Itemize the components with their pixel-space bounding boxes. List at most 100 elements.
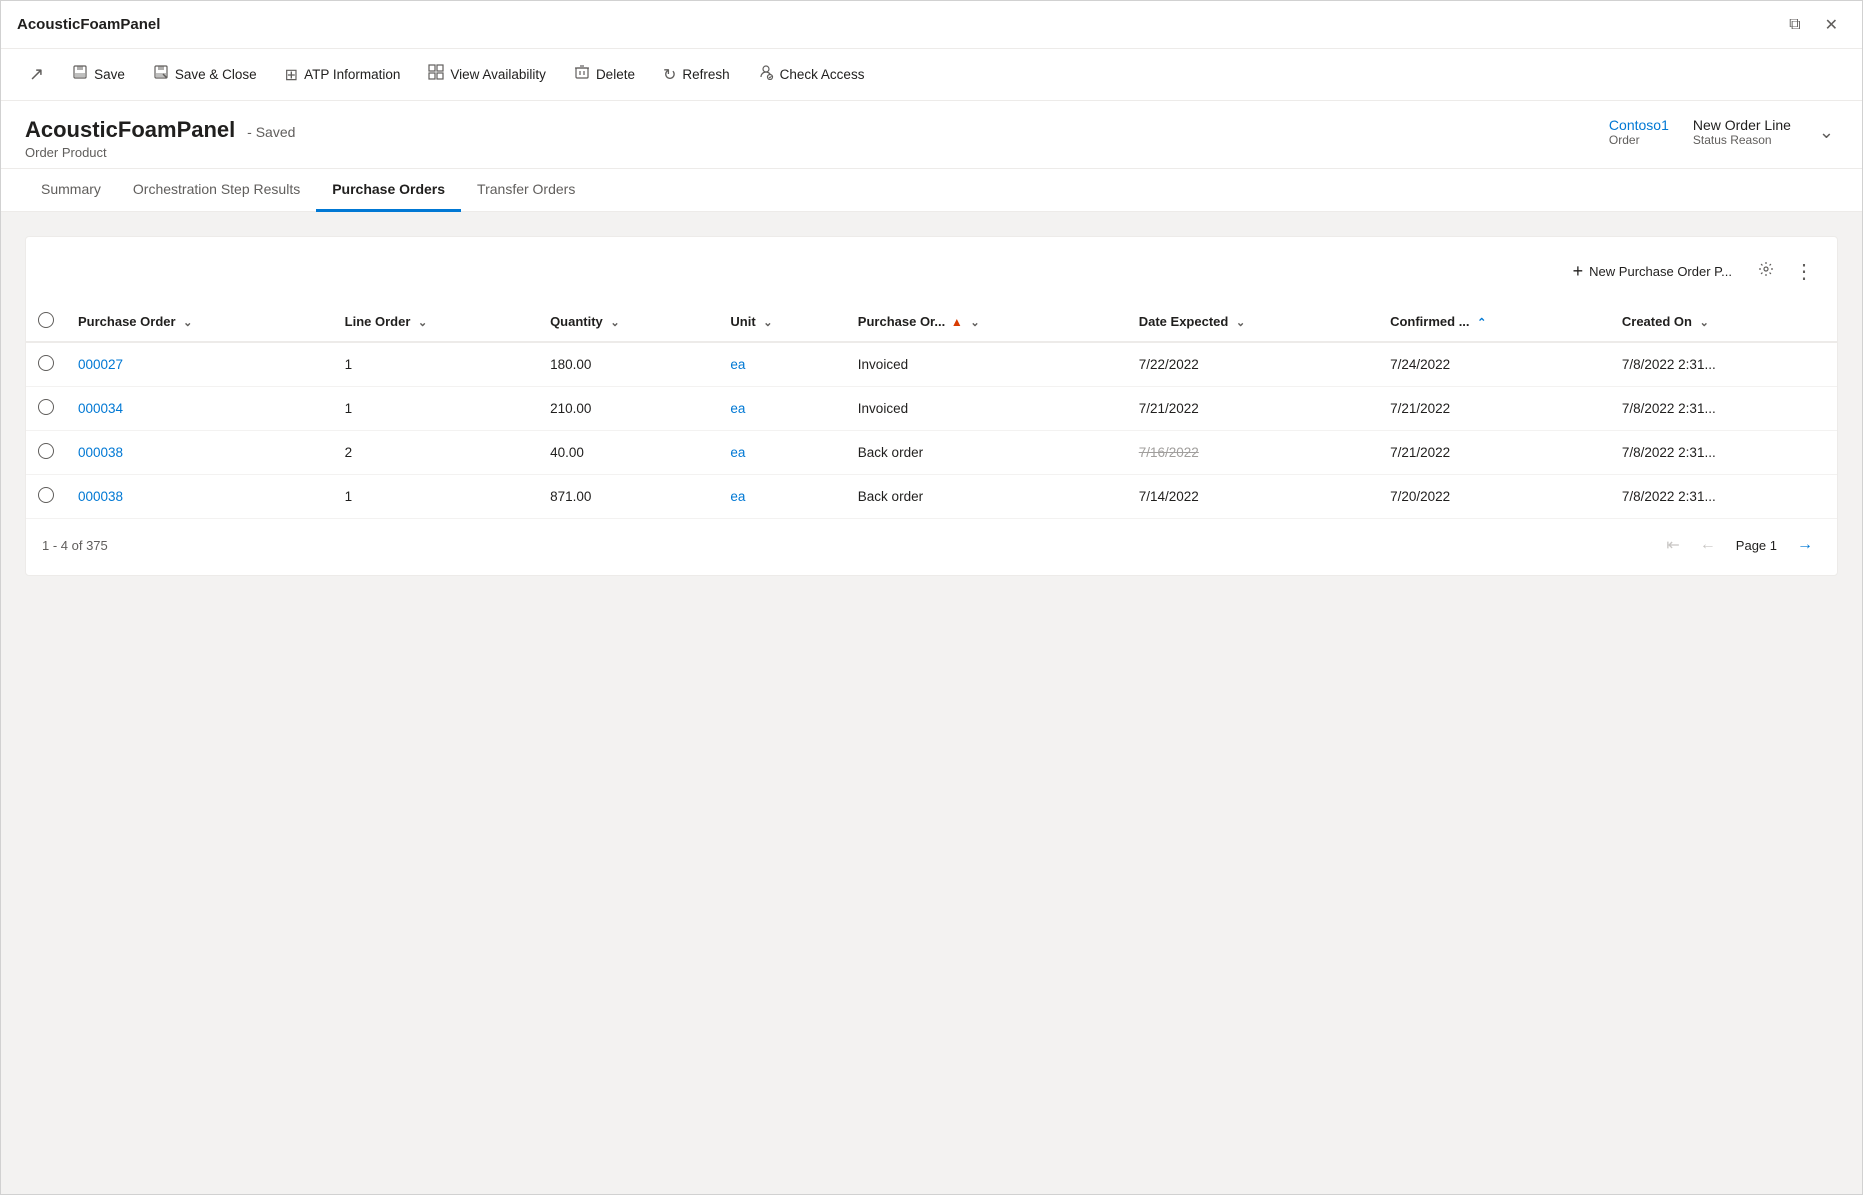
purchase-status-cell: Back order <box>846 475 1127 519</box>
record-title-block: AcousticFoamPanel - Saved Order Product <box>25 117 295 160</box>
purchase-status-cell: Invoiced <box>846 387 1127 431</box>
view-avail-icon <box>428 64 444 85</box>
line-order-cell: 1 <box>333 475 538 519</box>
atp-label: ATP Information <box>304 67 400 82</box>
title-bar: AcousticFoamPanel ⧉ ✕ <box>1 1 1862 49</box>
record-saved-status: - Saved <box>247 124 295 140</box>
header-checkbox <box>38 312 54 328</box>
table-body: 0000271180.00eaInvoiced7/22/20227/24/202… <box>26 342 1837 519</box>
more-options-button[interactable]: ⋮ <box>1788 253 1821 290</box>
check-access-label: Check Access <box>780 67 865 82</box>
purchase-order-cell[interactable]: 000038 <box>66 431 333 475</box>
line-order-sort-icon: ⌄ <box>418 317 427 329</box>
purchase-orders-table: Purchase Order ⌄ Line Order ⌄ Quantity ⌄ <box>26 302 1837 519</box>
tab-purchase-orders[interactable]: Purchase Orders <box>316 169 461 212</box>
purchase-order-cell[interactable]: 000038 <box>66 475 333 519</box>
save-label: Save <box>94 67 125 82</box>
created-on-cell: 7/8/2022 2:31... <box>1610 431 1837 475</box>
col-purchase-order[interactable]: Purchase Order ⌄ <box>66 302 333 342</box>
date-expected-cell: 7/16/2022 <box>1127 431 1378 475</box>
date-expected-cell: 7/14/2022 <box>1127 475 1378 519</box>
prev-page-button[interactable]: ← <box>1692 532 1724 558</box>
purchase-status-filter-icon: ▲ <box>951 315 963 329</box>
tab-transfer-orders[interactable]: Transfer Orders <box>461 169 591 212</box>
delete-button[interactable]: Delete <box>562 58 647 91</box>
confirmed-cell: 7/21/2022 <box>1378 387 1610 431</box>
delete-label: Delete <box>596 67 635 82</box>
row-checkbox <box>38 443 54 459</box>
row-checkbox-cell[interactable] <box>26 387 66 431</box>
next-page-button[interactable]: → <box>1789 532 1821 558</box>
delete-icon <box>574 64 590 85</box>
col-date-expected[interactable]: Date Expected ⌄ <box>1127 302 1378 342</box>
unit-cell: ea <box>718 342 845 387</box>
status-reason-meta: New Order Line Status Reason <box>1693 117 1791 147</box>
new-purchase-order-button[interactable]: + New Purchase Order P... <box>1561 255 1744 288</box>
tab-summary[interactable]: Summary <box>25 169 117 212</box>
order-value[interactable]: Contoso1 <box>1609 117 1669 133</box>
col-created-on[interactable]: Created On ⌄ <box>1610 302 1837 342</box>
header-chevron-button[interactable]: ⌄ <box>1815 118 1838 147</box>
row-checkbox-cell[interactable] <box>26 342 66 387</box>
col-created-on-label: Created On <box>1622 314 1692 329</box>
save-button[interactable]: Save <box>60 58 137 91</box>
toolbar: ↗ Save Save & Close <box>1 49 1862 101</box>
table-row: 000038240.00eaBack order7/16/20227/21/20… <box>26 431 1837 475</box>
unit-cell: ea <box>718 475 845 519</box>
col-confirmed[interactable]: Confirmed ... ⌃ <box>1378 302 1610 342</box>
view-avail-button[interactable]: View Availability <box>416 58 558 91</box>
plus-icon: + <box>1573 261 1584 282</box>
close-button[interactable]: ✕ <box>1817 11 1846 39</box>
strikethrough-date: 7/16/2022 <box>1139 445 1199 460</box>
save-close-icon <box>153 64 169 85</box>
created-on-sort-icon: ⌄ <box>1700 317 1709 329</box>
save-icon <box>72 64 88 85</box>
table-card: + New Purchase Order P... ⋮ <box>25 236 1838 576</box>
new-purchase-label: New Purchase Order P... <box>1589 264 1732 279</box>
refresh-icon: ↻ <box>663 65 676 85</box>
restore-button[interactable]: ⧉ <box>1781 11 1808 39</box>
purchase-order-cell[interactable]: 000034 <box>66 387 333 431</box>
tab-orchestration[interactable]: Orchestration Step Results <box>117 169 316 212</box>
col-quantity-label: Quantity <box>550 314 603 329</box>
open-external-icon: ↗ <box>29 64 44 85</box>
page-controls: ⇤ ← Page 1 → <box>1658 531 1821 559</box>
quantity-cell: 871.00 <box>538 475 718 519</box>
first-page-button[interactable]: ⇤ <box>1658 531 1687 559</box>
col-unit[interactable]: Unit ⌄ <box>718 302 845 342</box>
status-reason-value: New Order Line <box>1693 117 1791 133</box>
col-line-order-label: Line Order <box>345 314 411 329</box>
line-order-cell: 1 <box>333 342 538 387</box>
settings-icon-button[interactable] <box>1752 255 1780 288</box>
record-type: Order Product <box>25 145 295 160</box>
col-purchase-status[interactable]: Purchase Or... ▲ ⌄ <box>846 302 1127 342</box>
col-date-expected-label: Date Expected <box>1139 314 1229 329</box>
quantity-cell: 210.00 <box>538 387 718 431</box>
order-label: Order <box>1609 133 1640 147</box>
refresh-label: Refresh <box>682 67 729 82</box>
atp-icon: ⊞ <box>285 65 298 85</box>
table-row: 0000381871.00eaBack order7/14/20227/20/2… <box>26 475 1837 519</box>
created-on-cell: 7/8/2022 2:31... <box>1610 475 1837 519</box>
row-checkbox-cell[interactable] <box>26 431 66 475</box>
order-meta: Contoso1 Order <box>1609 117 1669 147</box>
purchase-order-cell[interactable]: 000027 <box>66 342 333 387</box>
row-checkbox-cell[interactable] <box>26 475 66 519</box>
unit-cell: ea <box>718 387 845 431</box>
col-purchase-status-label: Purchase Or... <box>858 314 945 329</box>
main-content: + New Purchase Order P... ⋮ <box>1 212 1862 1194</box>
atp-info-button[interactable]: ⊞ ATP Information <box>273 59 413 91</box>
open-external-button[interactable]: ↗ <box>17 58 56 91</box>
record-title: AcousticFoamPanel <box>25 117 235 142</box>
col-quantity[interactable]: Quantity ⌄ <box>538 302 718 342</box>
select-all-header[interactable] <box>26 302 66 342</box>
table-row: 0000271180.00eaInvoiced7/22/20227/24/202… <box>26 342 1837 387</box>
check-access-button[interactable]: Check Access <box>746 58 877 91</box>
record-title-row: AcousticFoamPanel - Saved <box>25 117 295 143</box>
col-unit-label: Unit <box>730 314 755 329</box>
created-on-cell: 7/8/2022 2:31... <box>1610 342 1837 387</box>
refresh-button[interactable]: ↻ Refresh <box>651 59 742 91</box>
save-close-button[interactable]: Save & Close <box>141 58 269 91</box>
col-line-order[interactable]: Line Order ⌄ <box>333 302 538 342</box>
more-icon: ⋮ <box>1794 261 1815 283</box>
